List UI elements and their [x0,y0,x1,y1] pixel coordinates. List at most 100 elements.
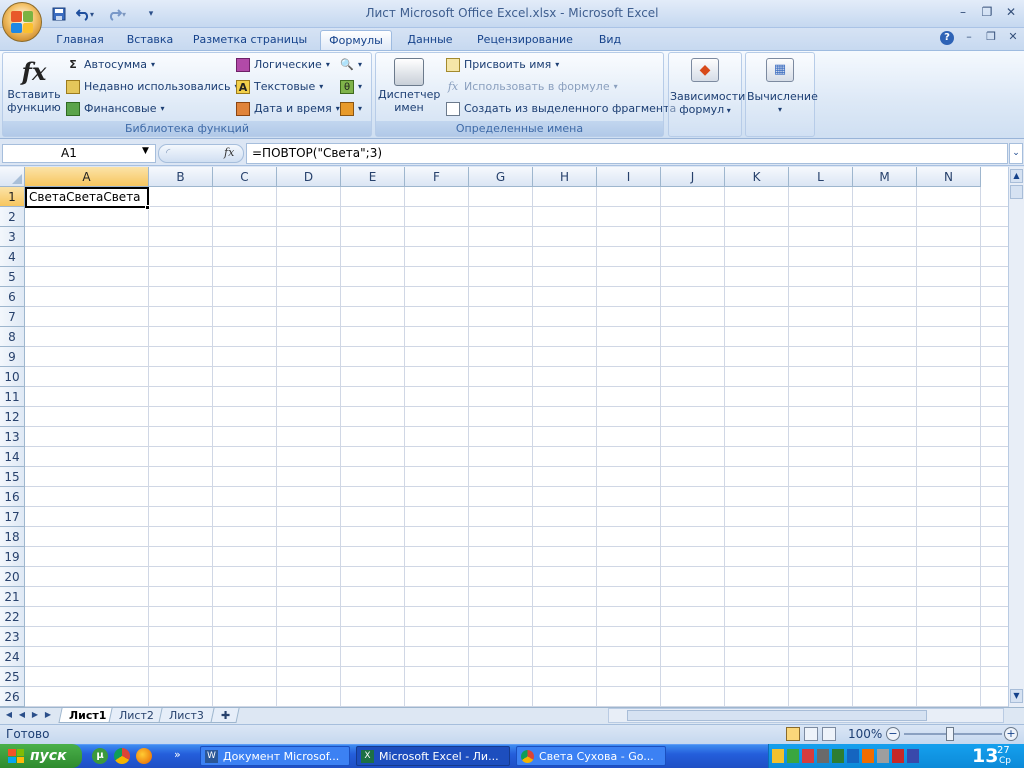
vertical-scrollbar[interactable]: ▲ ▼ [1008,167,1024,707]
column-header-A[interactable]: A [25,167,149,187]
row-header-25[interactable]: 25 [0,667,25,687]
shield-icon[interactable] [772,749,784,763]
zoom-out-icon[interactable]: − [886,727,900,741]
horizontal-scroll-thumb[interactable] [627,710,927,721]
horizontal-scrollbar[interactable] [608,708,1004,723]
expand-formula-bar-icon[interactable]: ⌄ [1009,143,1023,164]
column-header-C[interactable]: C [213,167,277,187]
column-header-H[interactable]: H [533,167,597,187]
column-header-N[interactable]: N [917,167,981,187]
row-header-26[interactable]: 26 [0,687,25,707]
column-header-M[interactable]: M [853,167,917,187]
column-header-K[interactable]: K [725,167,789,187]
tab-home[interactable]: Главная [48,30,112,50]
ati-icon[interactable] [802,749,814,763]
logical-button[interactable]: Логические ▾ [236,55,330,75]
workbook-close-icon[interactable]: ✕ [1006,30,1020,44]
close-button[interactable]: ✕ [1000,3,1022,21]
insert-function-fx-button[interactable]: fx [224,146,234,159]
utorrent-icon[interactable]: µ [92,748,108,764]
antivirus-icon[interactable] [832,749,844,763]
help-icon[interactable]: ? [940,31,954,45]
row-header-21[interactable]: 21 [0,587,25,607]
column-header-F[interactable]: F [405,167,469,187]
volume-icon[interactable] [862,749,874,763]
lang-icon[interactable] [907,749,919,763]
prev-sheet-icon[interactable]: ◀ [16,709,28,721]
row-header-13[interactable]: 13 [0,427,25,447]
more-functions-button[interactable]: ▾ [340,99,362,119]
autosum-button[interactable]: Σ Автосумма ▾ [66,55,155,75]
quicklaunch-more-icon[interactable]: » [174,748,181,761]
lookup-button[interactable]: 🔍 ▾ [340,55,362,75]
row-header-8[interactable]: 8 [0,327,25,347]
select-all-corner[interactable] [0,167,25,187]
task-word-document[interactable]: W Документ Microsof... [200,746,350,766]
sheet-tab-2[interactable]: Лист2 [108,708,165,723]
row-header-20[interactable]: 20 [0,567,25,587]
chrome-icon[interactable] [114,748,130,764]
zoom-level[interactable]: 100% [848,727,882,741]
row-header-10[interactable]: 10 [0,367,25,387]
row-header-12[interactable]: 12 [0,407,25,427]
first-sheet-icon[interactable]: ◀ [3,709,15,721]
next-sheet-icon[interactable]: ▶ [29,709,41,721]
name-box[interactable]: A1 [2,144,156,163]
minimize-button[interactable]: – [952,3,974,21]
scroll-up-icon[interactable]: ▲ [1010,169,1023,183]
fill-handle[interactable] [145,205,150,210]
row-header-1[interactable]: 1 [0,187,25,207]
financial-button[interactable]: Финансовые ▾ [66,99,164,119]
column-header-D[interactable]: D [277,167,341,187]
ribbon-minimize-icon[interactable]: – [962,30,976,44]
tab-page-layout[interactable]: Разметка страницы [188,30,312,50]
column-header-J[interactable]: J [661,167,725,187]
zoom-slider-thumb[interactable] [946,727,954,741]
row-header-9[interactable]: 9 [0,347,25,367]
row-header-18[interactable]: 18 [0,527,25,547]
formula-input[interactable]: =ПОВТОР("Света";3) [246,143,1008,164]
task-chrome[interactable]: Света Сухова - Go... [516,746,666,766]
define-name-button[interactable]: Присвоить имя ▾ [446,55,559,75]
vertical-scroll-thumb[interactable] [1010,185,1023,199]
row-header-19[interactable]: 19 [0,547,25,567]
tab-formulas[interactable]: Формулы [320,30,392,50]
tab-review[interactable]: Рецензирование [468,30,582,50]
column-header-L[interactable]: L [789,167,853,187]
use-in-formula-button[interactable]: fx Использовать в формуле ▾ [446,77,618,97]
sheet-tab-3[interactable]: Лист3 [158,708,215,723]
download-icon[interactable] [787,749,799,763]
row-header-3[interactable]: 3 [0,227,25,247]
network-icon[interactable] [817,749,829,763]
ribbon-restore-icon[interactable]: ❐ [984,30,998,44]
column-header-B[interactable]: B [149,167,213,187]
skype-icon[interactable] [892,749,904,763]
row-header-6[interactable]: 6 [0,287,25,307]
calculation-button[interactable]: ▦ Вычисление ▾ [747,58,818,116]
row-header-11[interactable]: 11 [0,387,25,407]
row-header-22[interactable]: 22 [0,607,25,627]
page-break-view-icon[interactable] [822,727,836,741]
column-header-G[interactable]: G [469,167,533,187]
normal-view-icon[interactable] [786,727,800,741]
column-header-I[interactable]: I [597,167,661,187]
row-header-5[interactable]: 5 [0,267,25,287]
row-header-14[interactable]: 14 [0,447,25,467]
row-header-17[interactable]: 17 [0,507,25,527]
text-button[interactable]: A Текстовые ▾ [236,77,323,97]
tab-view[interactable]: Вид [588,30,632,50]
worksheet-grid[interactable]: A B C D E F G H I J K L M N 1 2 3 4 5 6 7 8 9 10 11 12 13 14 15 16 17 1… [0,167,1008,707]
math-button[interactable]: θ ▾ [340,77,362,97]
usb-icon[interactable] [877,749,889,763]
page-layout-view-icon[interactable] [804,727,818,741]
insert-function-button[interactable]: fx Вставить функцию [6,56,62,114]
last-sheet-icon[interactable]: ▶ [42,709,54,721]
row-header-15[interactable]: 15 [0,467,25,487]
row-header-7[interactable]: 7 [0,307,25,327]
create-from-selection-button[interactable]: Создать из выделенного фрагмента [446,99,676,119]
insert-sheet-button[interactable]: ✚ [210,708,240,723]
row-header-24[interactable]: 24 [0,647,25,667]
restore-button[interactable]: ❐ [976,3,998,21]
tab-data[interactable]: Данные [398,30,462,50]
media-icon[interactable] [847,749,859,763]
